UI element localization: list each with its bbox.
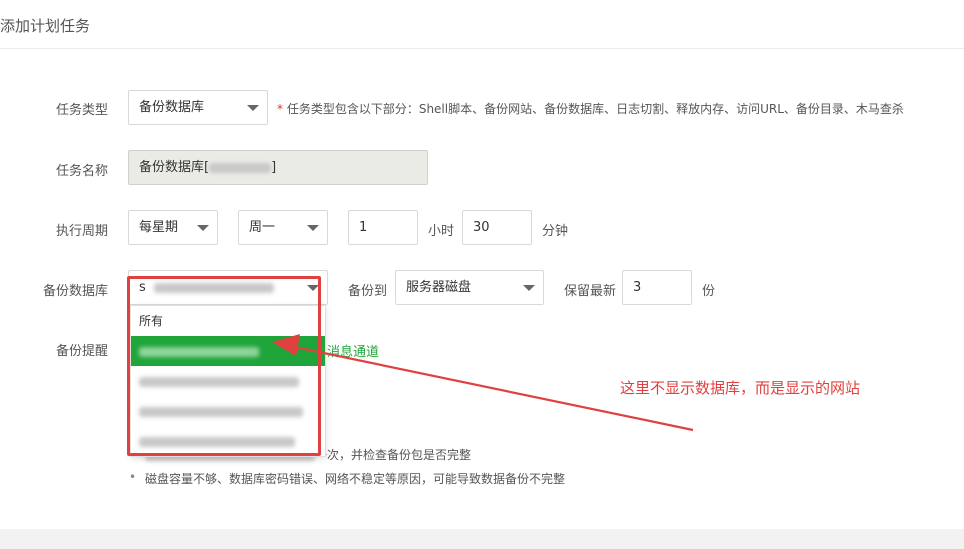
arrow-head bbox=[272, 334, 300, 356]
annotation-text: 这里不显示数据库，而是显示的网站 bbox=[620, 379, 861, 397]
annotation-arrow bbox=[272, 334, 694, 432]
footer-bar bbox=[0, 529, 964, 549]
